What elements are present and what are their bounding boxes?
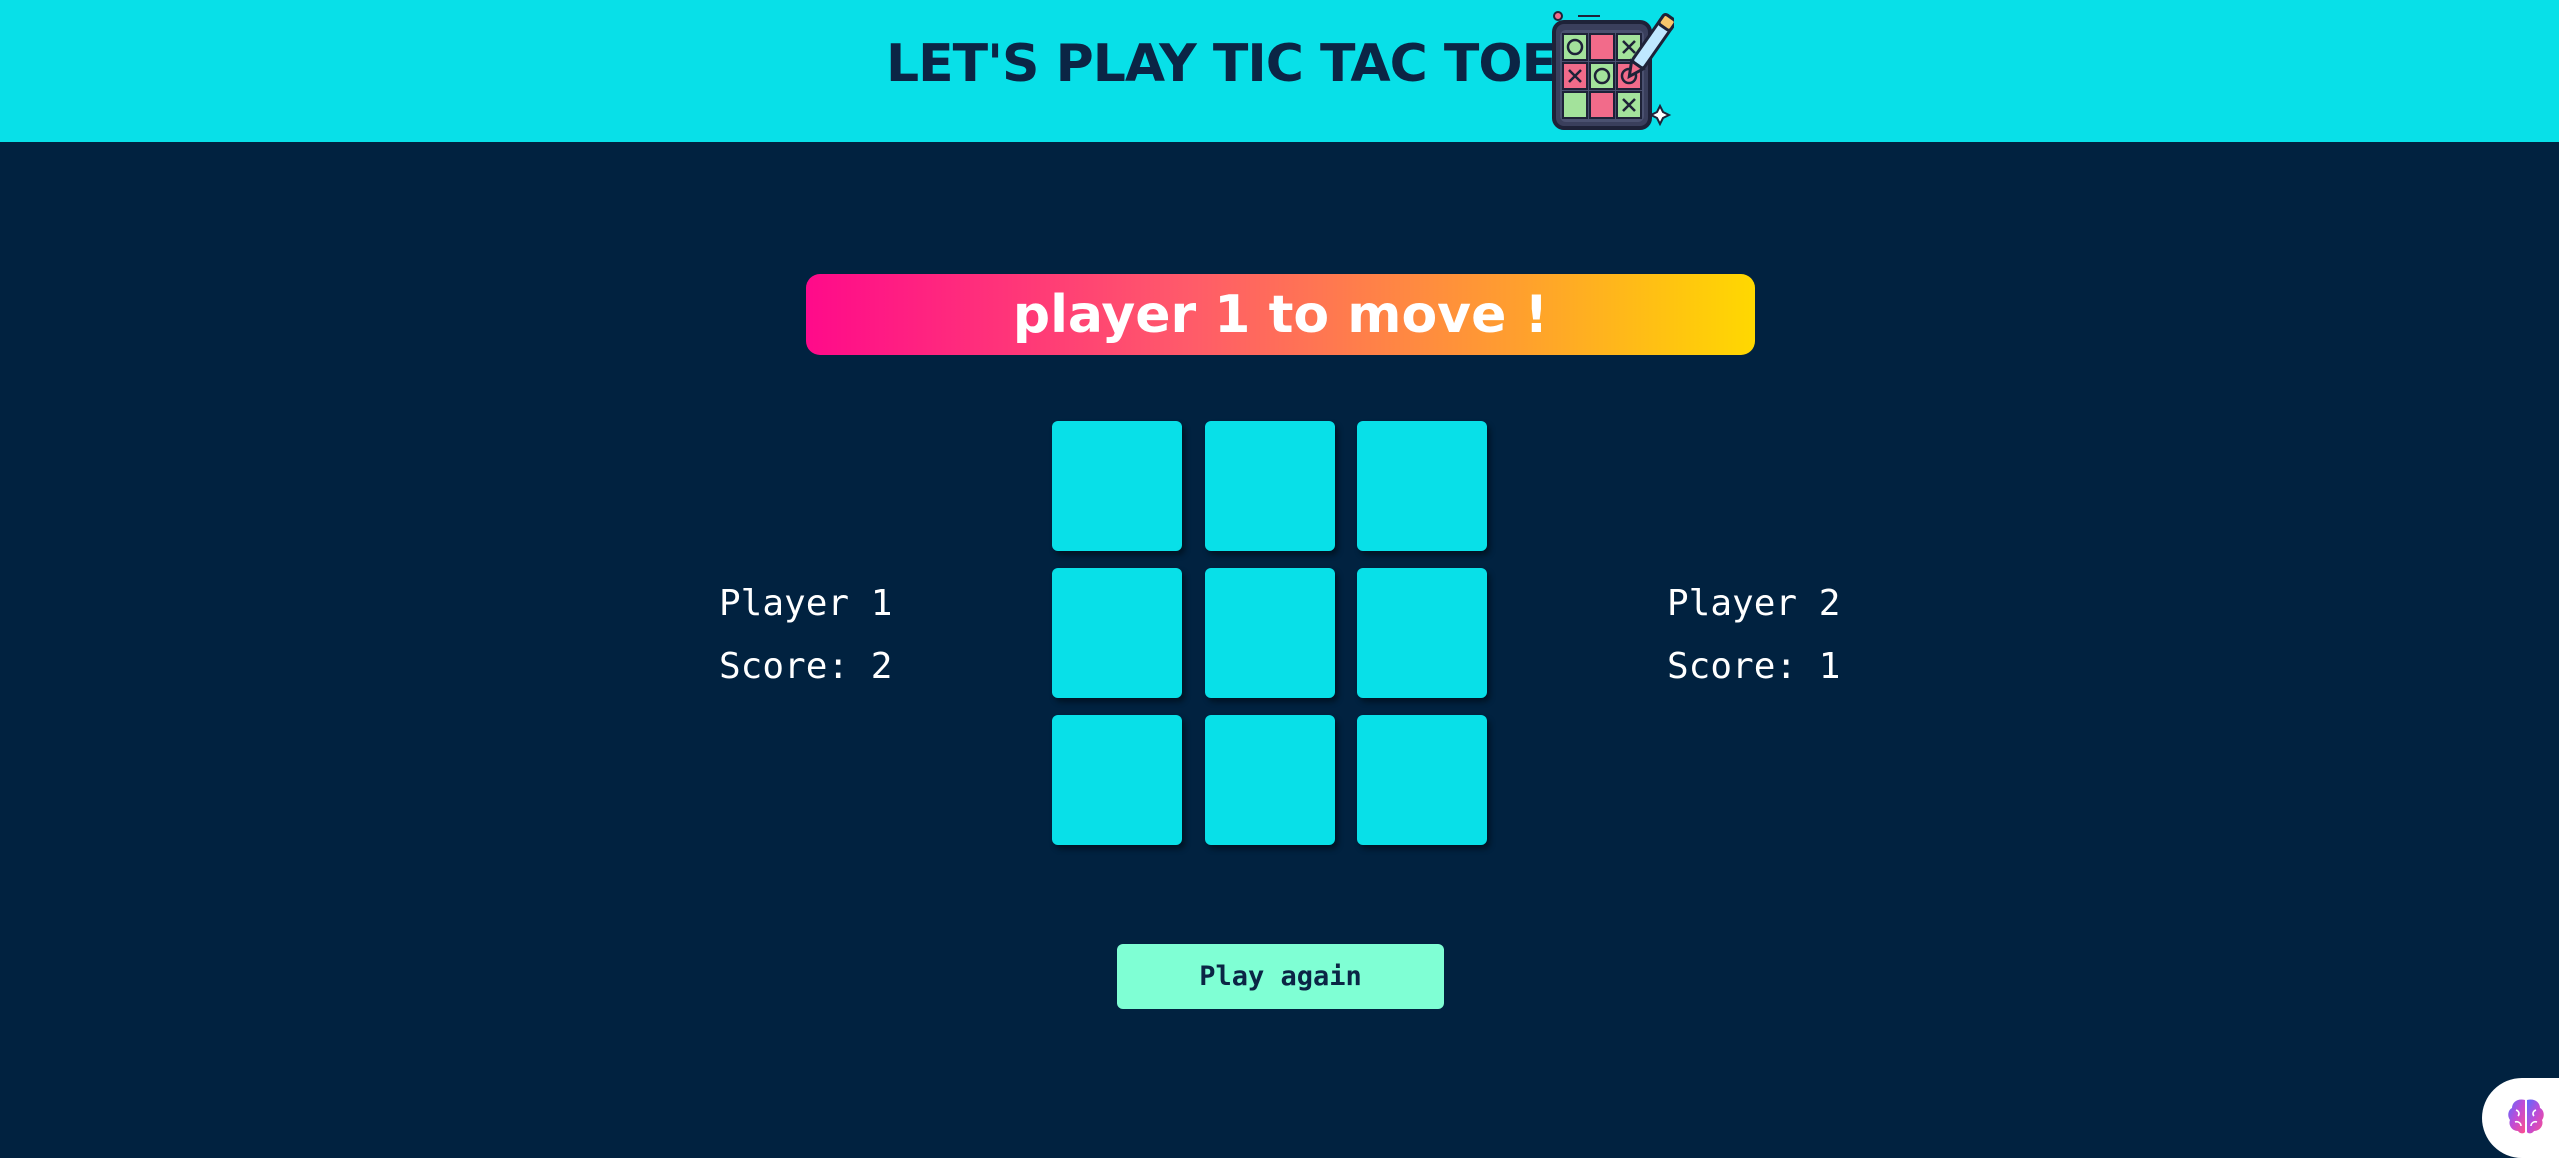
board-cell-5[interactable]	[1205, 568, 1335, 698]
board-cell-6[interactable]	[1357, 568, 1487, 698]
turn-status-text: player 1 to move !	[1012, 284, 1549, 345]
board-cell-9[interactable]	[1357, 715, 1487, 845]
game-board	[1052, 421, 1488, 845]
board-cell-8[interactable]	[1205, 715, 1335, 845]
assistant-widget-button[interactable]	[2482, 1078, 2559, 1158]
play-again-button[interactable]: Play again	[1117, 944, 1444, 1009]
page-title: LET'S PLAY TIC TAC TOE !	[886, 34, 1597, 94]
board-cell-2[interactable]	[1205, 421, 1335, 551]
board-cell-1[interactable]	[1052, 421, 1182, 551]
page-header: LET'S PLAY TIC TAC TOE !	[0, 0, 2559, 142]
board-cell-4[interactable]	[1052, 568, 1182, 698]
turn-status-banner: player 1 to move !	[806, 274, 1755, 355]
board-cell-7[interactable]	[1052, 715, 1182, 845]
player-2-score: Score: 1	[1667, 646, 1841, 687]
tic-tac-toe-board-with-pencil-icon	[1548, 8, 1677, 134]
player-2-panel: Player 2 Score: 1	[1667, 572, 1840, 698]
player-1-score: Score: 2	[719, 646, 893, 687]
player-1-name: Player 1	[719, 583, 893, 624]
brain-icon	[2508, 1099, 2544, 1134]
player-2-name: Player 2	[1667, 583, 1841, 624]
player-1-panel: Player 1 Score: 2	[719, 572, 892, 698]
board-cell-3[interactable]	[1357, 421, 1487, 551]
